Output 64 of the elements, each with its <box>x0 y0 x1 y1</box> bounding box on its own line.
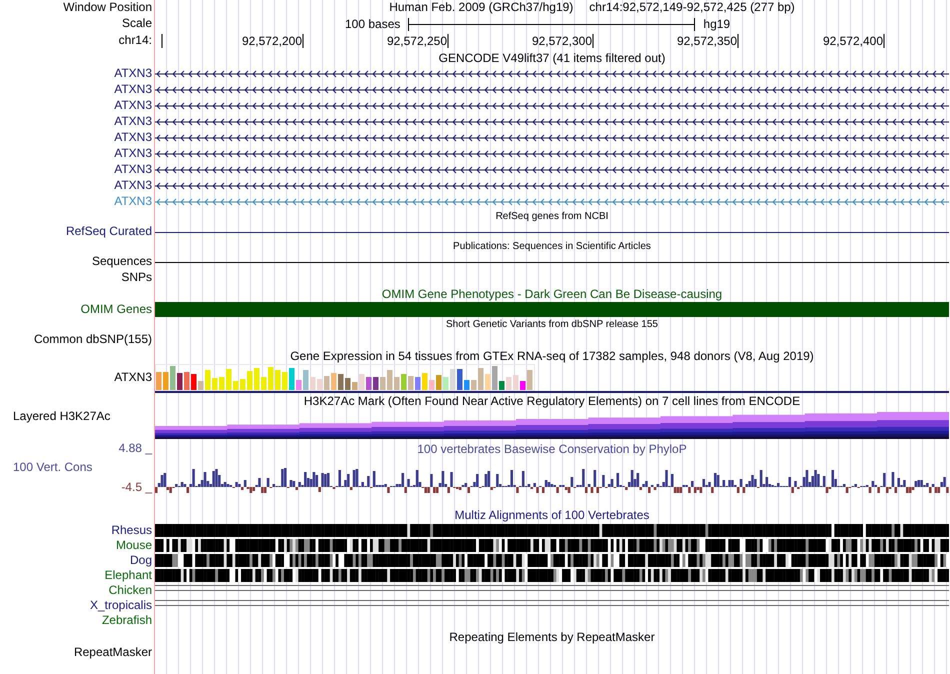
axis-min-label: -4.5 _ <box>121 480 152 495</box>
scale-text: 100 bases <box>345 17 400 32</box>
track-label[interactable]: Zebrafish <box>102 613 152 628</box>
ruler-label: 92,572,300 <box>532 34 592 49</box>
ruler-tick-icon <box>592 34 594 48</box>
track-label[interactable]: OMIM Genes <box>80 302 152 317</box>
track-label[interactable]: Sequences <box>92 254 152 269</box>
track-label[interactable]: ATXN3 <box>114 146 152 161</box>
track-label[interactable]: Common dbSNP(155) <box>34 332 152 347</box>
ruler-label: 92,572,200 <box>242 34 302 49</box>
assembly-title: Human Feb. 2009 (GRCh37/hg19) <box>389 0 574 15</box>
track-label[interactable]: ATXN3 <box>114 82 152 97</box>
ruler-tick-icon <box>302 34 304 48</box>
ruler-tick-icon <box>447 34 449 48</box>
track-label[interactable]: Elephant <box>104 568 152 583</box>
track-label[interactable]: ATXN3 <box>114 66 152 81</box>
alignment-blocks-drawing[interactable] <box>155 568 949 583</box>
track-label[interactable]: RefSeq Curated <box>66 224 152 239</box>
track-title: 100 vertebrates Basewise Conservation by PhyloP <box>417 442 687 457</box>
track-label[interactable]: ATXN3 <box>114 98 152 113</box>
gap-lines-drawing[interactable] <box>155 585 949 591</box>
alignment-blocks-drawing[interactable] <box>155 538 949 553</box>
axis-max-label: 4.88 _ <box>118 441 152 456</box>
track-title: Short Genetic Variants from dbSNP release 155 <box>446 318 658 332</box>
track-label[interactable]: ATXN3 <box>114 178 152 193</box>
track-title: RefSeq genes from NCBI <box>496 210 608 224</box>
track-title: GENCODE V49lift37 (41 items filtered out) <box>438 50 666 66</box>
track-label[interactable]: X_tropicalis <box>90 598 152 613</box>
scale-assembly: hg19 <box>703 17 730 32</box>
track-title: OMIM Gene Phenotypes - Dark Green Can Be Disease-causing <box>382 286 722 302</box>
track-title: Gene Expression in 54 tissues from GTEx RNA-seq of 17382 samples, 948 donors (V8, Aug 2019) <box>290 348 814 364</box>
track-title: Repeating Elements by RepeatMasker <box>449 629 655 645</box>
ruler-tick-icon <box>161 34 163 48</box>
track-label[interactable]: ATXN3 <box>114 162 152 177</box>
gap-lines-drawing[interactable] <box>155 600 949 606</box>
track-label[interactable]: chr14: <box>118 33 152 48</box>
track-title: H3K27Ac Mark (Often Found Near Active Regulatory Elements) on 7 cell lines from ENCODE <box>304 393 800 409</box>
track-label[interactable]: Window Position <box>63 0 152 15</box>
track-label[interactable]: ATXN3 <box>114 370 152 385</box>
track-label[interactable]: 100 Vert. Cons <box>13 460 92 474</box>
expression-bars-drawing[interactable] <box>155 364 535 391</box>
track-label[interactable]: ATXN3 <box>114 194 152 209</box>
track-label[interactable]: RepeatMasker <box>74 645 152 660</box>
ruler-tick-icon <box>737 34 739 48</box>
track-title: Publications: Sequences in Scientific Articles <box>453 240 651 254</box>
signal-layers-drawing[interactable] <box>155 409 949 439</box>
ruler-label: 92,572,250 <box>386 34 447 49</box>
track-label[interactable]: Scale <box>122 16 152 31</box>
track-label[interactable]: Mouse <box>116 538 152 553</box>
ruler-tick-icon <box>883 34 885 48</box>
ruler-label: 92,572,400 <box>822 34 883 49</box>
alignment-blocks-drawing[interactable] <box>155 523 949 538</box>
position-text: chr14:92,572,149-92,572,425 (277 bp) <box>589 0 795 15</box>
track-label[interactable]: SNPs <box>121 270 152 285</box>
track-label[interactable]: ATXN3 <box>114 114 152 129</box>
ruler-label: 92,572,350 <box>676 34 737 49</box>
track-label[interactable]: Rhesus <box>111 523 152 538</box>
scale-bar-icon <box>408 18 696 31</box>
track-label[interactable]: Chicken <box>108 583 152 598</box>
alignment-blocks-drawing[interactable] <box>155 553 949 568</box>
track-title: Multiz Alignments of 100 Vertebrates <box>454 507 650 523</box>
track-label[interactable]: Layered H3K27Ac <box>13 409 110 423</box>
track-label[interactable]: Dog <box>130 553 152 568</box>
track-label[interactable]: ATXN3 <box>114 130 152 145</box>
